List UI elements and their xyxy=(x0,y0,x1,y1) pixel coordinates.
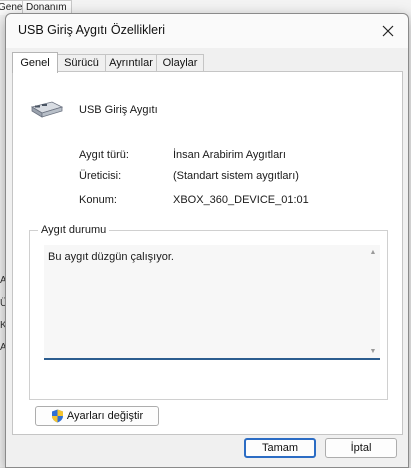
device-status-group: Aygıt durumu Bu aygıt düzgün çalışıyor. … xyxy=(29,224,388,400)
cancel-button-label: İptal xyxy=(350,442,372,454)
general-tab-panel: USB Giriş Aygıtı Aygıt türü: İnsan Arabi… xyxy=(12,71,403,435)
usb-device-icon xyxy=(30,101,64,118)
device-name: USB Giriş Aygıtı xyxy=(79,104,158,116)
change-settings-button[interactable]: Ayarları değiştir xyxy=(35,406,159,426)
device-status-textbox[interactable]: Bu aygıt düzgün çalışıyor. ▲ ▼ xyxy=(44,245,380,360)
device-type-label: Aygıt türü: xyxy=(79,149,129,161)
uac-shield-icon xyxy=(51,409,63,423)
tab-ayrintilar[interactable]: Ayrıntılar xyxy=(105,54,157,72)
tab-surucu[interactable]: Sürücü xyxy=(57,54,106,72)
ok-button-label: Tamam xyxy=(261,442,299,454)
title-bar: USB Giriş Aygıtı Özellikleri xyxy=(6,14,408,48)
dialog-title: USB Giriş Aygıtı Özellikleri xyxy=(18,23,166,37)
device-type-value: İnsan Arabirim Aygıtları xyxy=(173,149,286,161)
close-icon xyxy=(382,25,394,37)
scroll-up-icon[interactable]: ▲ xyxy=(368,247,378,257)
device-status-label: Aygıt durumu xyxy=(38,224,110,236)
device-status-text: Bu aygıt düzgün çalışıyor. xyxy=(48,251,174,263)
cancel-button[interactable]: İptal xyxy=(325,438,397,458)
ok-button[interactable]: Tamam xyxy=(244,438,316,458)
manufacturer-label: Üreticisi: xyxy=(79,170,122,182)
location-label: Konum: xyxy=(79,194,117,206)
location-value: XBOX_360_DEVICE_01:01 xyxy=(173,194,309,206)
tab-genel[interactable]: Genel xyxy=(12,52,58,73)
tab-olaylar[interactable]: Olaylar xyxy=(156,54,204,72)
manufacturer-value: (Standart sistem aygıtları) xyxy=(173,170,299,182)
change-settings-label: Ayarları değiştir xyxy=(66,410,144,422)
close-button[interactable] xyxy=(374,18,402,44)
properties-dialog: USB Giriş Aygıtı Özellikleri Genel Sürüc… xyxy=(5,13,409,468)
scroll-down-icon[interactable]: ▼ xyxy=(368,346,378,356)
